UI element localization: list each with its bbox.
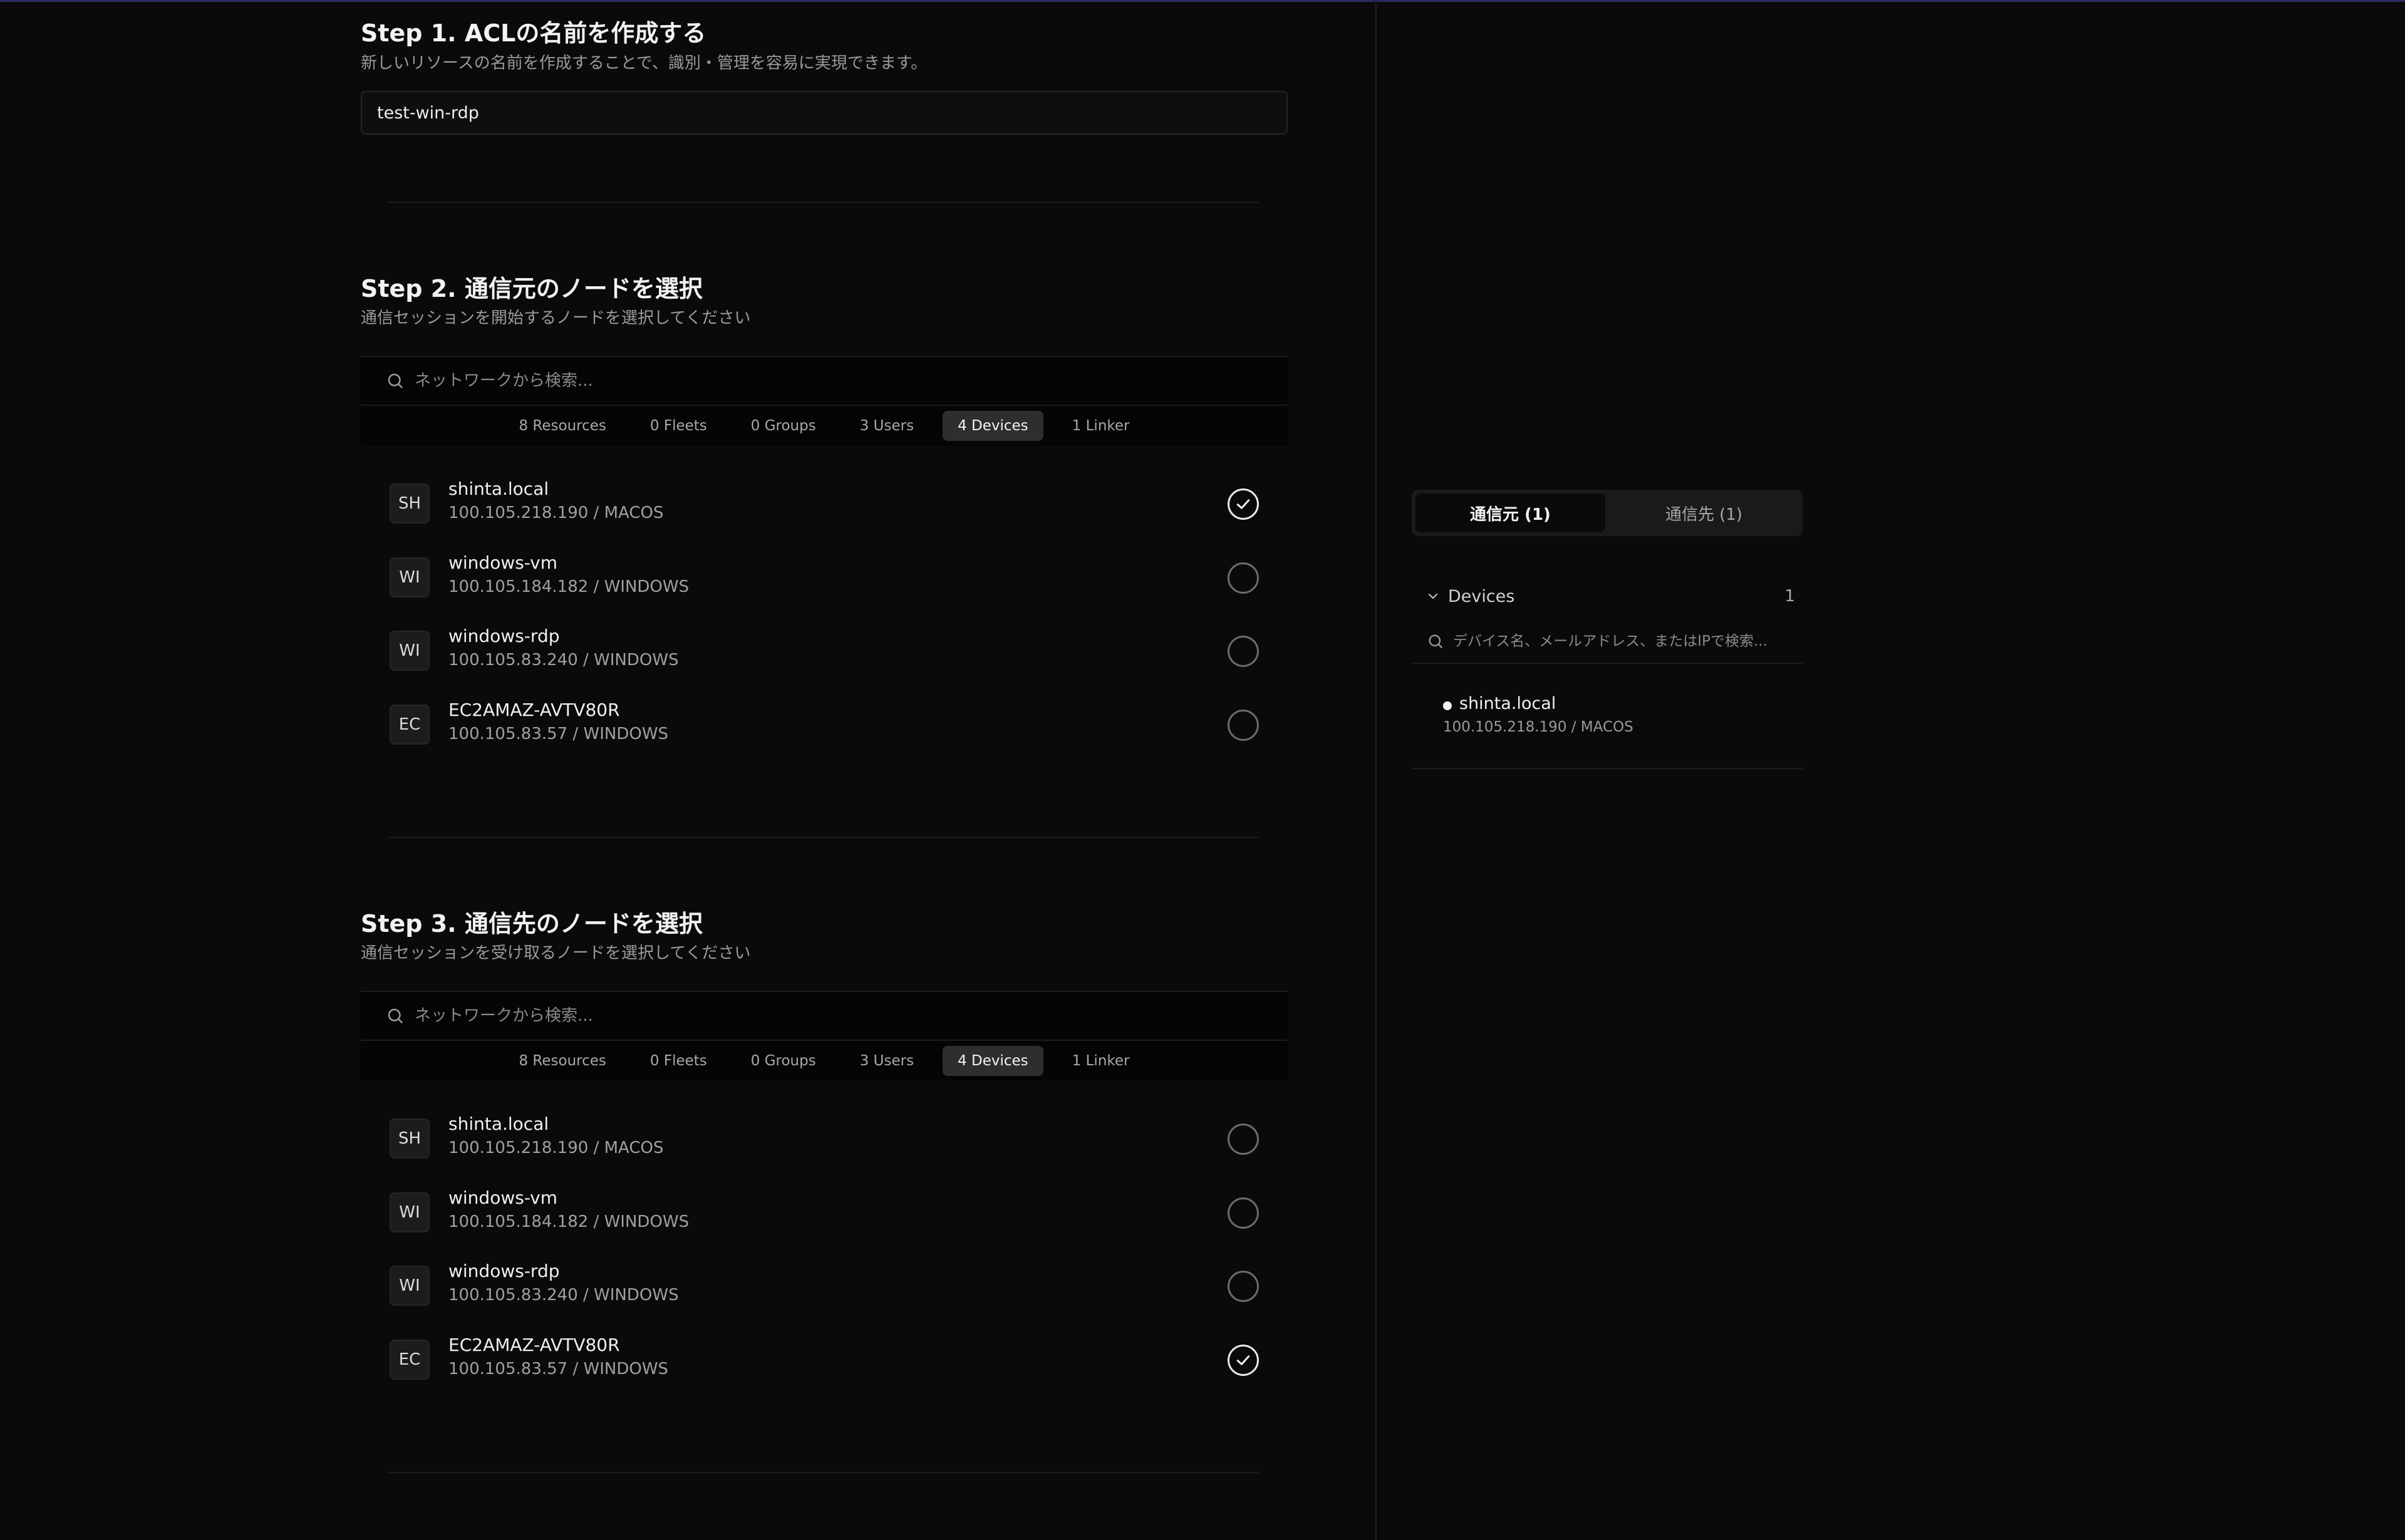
source-search-bar [361,356,1288,406]
destination-search-input[interactable] [415,1006,1229,1025]
device-meta: 100.105.184.182 / WINDOWS [448,577,690,596]
list-item[interactable]: SH shinta.local 100.105.218.190 / MACOS [361,1106,1288,1180]
device-name: shinta.local [448,1114,549,1134]
device-meta: 100.105.218.190 / MACOS [448,1139,664,1157]
list-item[interactable]: EC EC2AMAZ-AVTV80R 100.105.83.57 / WINDO… [361,1327,1288,1401]
device-name: shinta.local [448,478,549,499]
list-item[interactable]: WI windows-rdp 100.105.83.240 / WINDOWS [361,618,1288,692]
device-meta: 100.105.83.240 / WINDOWS [448,1286,679,1305]
list-item[interactable]: WI windows-vm 100.105.184.182 / WINDOWS [361,1180,1288,1254]
chevron-down-icon [1428,593,1438,599]
direction-toggle: 通信元 (1) 通信先 (1) [1412,490,1802,536]
tab-linker[interactable]: 1 Linker [1057,1046,1145,1076]
devices-group-header[interactable]: Devices 1 [1425,584,1795,609]
select-radio[interactable] [1228,709,1259,741]
device-name: windows-rdp [448,626,560,646]
select-radio[interactable] [1228,1124,1259,1155]
tab-source[interactable]: 通信元 (1) [1415,494,1605,532]
device-name: EC2AMAZ-AVTV80R [448,1334,620,1355]
list-item[interactable]: SH shinta.local 100.105.218.190 / MACOS [361,471,1288,545]
tab-users[interactable]: 3 Users [845,411,929,441]
step2-title: Step 2. 通信元のノードを選択 [361,275,703,302]
select-radio[interactable] [1228,1271,1259,1302]
list-item[interactable]: EC EC2AMAZ-AVTV80R 100.105.83.57 / WINDO… [361,692,1288,766]
device-meta: 100.105.184.182 / WINDOWS [448,1212,690,1231]
device-avatar: SH [390,1119,430,1159]
destination-search-bar [361,991,1288,1041]
tab-fleets[interactable]: 0 Fleets [635,411,722,441]
source-search-input[interactable] [415,371,1229,390]
tab-groups[interactable]: 0 Groups [736,1046,831,1076]
device-avatar: WI [390,1266,430,1306]
step1-title: Step 1. ACLの名前を作成する [361,19,706,47]
step3-description: 通信セッションを受け取るノードを選択してください [361,944,751,963]
step3-title: Step 3. 通信先のノードを選択 [361,910,703,938]
select-radio[interactable] [1228,1197,1259,1229]
device-avatar: EC [390,704,430,745]
device-name: EC2AMAZ-AVTV80R [448,699,620,720]
device-meta: 100.105.83.57 / WINDOWS [448,724,669,743]
select-radio[interactable] [1228,488,1259,520]
step2-description: 通信セッションを開始するノードを選択してください [361,309,751,328]
device-avatar: WI [390,1192,430,1233]
tab-devices[interactable]: 4 Devices [943,411,1043,441]
search-icon [388,1008,403,1024]
tab-resources[interactable]: 8 Resources [504,411,621,441]
source-node-selector: 8 Resources 0 Fleets 0 Groups 3 Users 4 … [361,356,1288,765]
selected-search-input[interactable] [1453,633,1791,649]
check-icon [1236,1355,1250,1365]
source-type-tabs: 8 Resources 0 Fleets 0 Groups 3 Users 4 … [361,406,1288,446]
step1-description: 新しいリソースの名前を作成することで、識別・管理を容易に実現できます。 [361,54,928,73]
select-radio[interactable] [1228,636,1259,667]
tab-users[interactable]: 3 Users [845,1046,929,1076]
tab-linker[interactable]: 1 Linker [1057,411,1145,441]
section-divider [388,202,1259,203]
select-radio[interactable] [1228,1344,1259,1376]
device-name: windows-rdp [448,1261,560,1281]
acl-form: Step 1. ACLの名前を作成する 新しいリソースの名前を作成することで、識… [0,0,1375,1540]
tab-fleets[interactable]: 0 Fleets [635,1046,722,1076]
device-meta: 100.105.83.240 / WINDOWS [448,651,679,669]
destination-node-selector: 8 Resources 0 Fleets 0 Groups 3 Users 4 … [361,991,1288,1400]
group-count: 1 [1784,587,1795,606]
device-name: windows-vm [448,1187,558,1208]
tab-groups[interactable]: 0 Groups [736,411,831,441]
acl-name-input[interactable] [361,91,1288,135]
status-dot [1443,701,1452,710]
device-name: windows-vm [448,552,558,573]
device-avatar: SH [390,483,430,524]
tab-resources[interactable]: 8 Resources [504,1046,621,1076]
source-device-list: SH shinta.local 100.105.218.190 / MACOS … [361,446,1288,765]
list-item[interactable]: WI windows-rdp 100.105.83.240 / WINDOWS [361,1253,1288,1327]
device-avatar: WI [390,557,430,597]
destination-type-tabs: 8 Resources 0 Fleets 0 Groups 3 Users 4 … [361,1041,1288,1081]
selection-summary-panel: 通信元 (1) 通信先 (1) Devices 1 shinta.local 1… [1377,0,2405,1540]
selected-device-meta: 100.105.218.190 / MACOS [1443,719,1633,735]
tab-destination[interactable]: 通信先 (1) [1609,494,1799,532]
device-avatar: WI [390,631,430,671]
group-label: Devices [1448,586,1515,606]
list-divider [1412,768,1802,769]
search-icon [388,373,403,389]
selected-search-bar [1412,620,1802,664]
list-item[interactable]: WI windows-vm 100.105.184.182 / WINDOWS [361,545,1288,619]
section-divider [388,837,1259,838]
destination-device-list: SH shinta.local 100.105.218.190 / MACOS … [361,1081,1288,1400]
select-radio[interactable] [1228,562,1259,594]
section-divider [388,1472,1259,1473]
device-avatar: EC [390,1339,430,1380]
tab-devices[interactable]: 4 Devices [943,1046,1043,1076]
device-meta: 100.105.83.57 / WINDOWS [448,1359,669,1378]
device-meta: 100.105.218.190 / MACOS [448,504,664,522]
check-icon [1236,499,1250,509]
selected-device-name: shinta.local [1459,694,1556,713]
search-icon [1429,634,1443,649]
